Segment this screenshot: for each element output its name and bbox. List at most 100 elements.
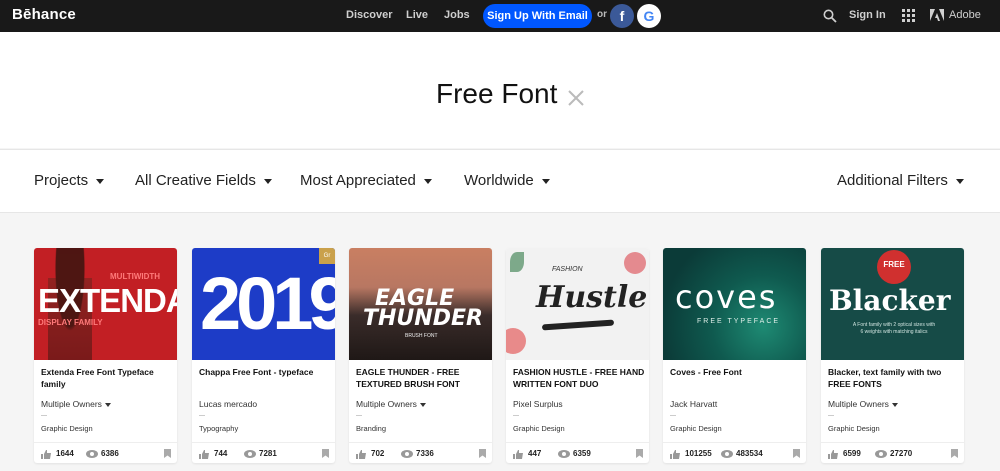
chevron-down-icon (96, 178, 105, 184)
appreciations-count: 6599 (843, 449, 861, 458)
owner-dropdown[interactable]: Multiple Owners (356, 399, 426, 409)
project-thumbnail[interactable]: MULTIWIDTH EXTENDA DISPLAY FAMILY (34, 248, 177, 360)
thumb-text: THUNDER (363, 306, 483, 331)
filter-projects[interactable]: Projects (34, 172, 105, 189)
thumbs-up-icon (670, 450, 680, 459)
divider (356, 415, 362, 416)
filter-label: Most Appreciated (300, 172, 416, 189)
divider (199, 415, 205, 416)
adobe-link[interactable]: Adobe (949, 9, 981, 21)
apps-grid-icon[interactable] (902, 9, 915, 22)
thumb-text: DISPLAY FAMILY (38, 318, 103, 327)
project-card[interactable]: MULTIWIDTH EXTENDA DISPLAY FAMILY Extend… (34, 248, 177, 463)
project-stats: 744 7281 (192, 442, 335, 463)
creative-field[interactable]: Graphic Design (513, 424, 565, 433)
views-count: 6386 (101, 449, 119, 458)
project-card[interactable]: 2019 Gr Chappa Free Font - typeface Luca… (192, 248, 335, 463)
appreciations-count: 744 (214, 449, 228, 458)
thumb-text: A Font family with 2 optical sizes with … (852, 322, 936, 335)
eye-icon (875, 450, 887, 458)
owner-name: Multiple Owners (356, 399, 417, 409)
bookmark-icon[interactable] (479, 449, 486, 458)
project-title[interactable]: Coves - Free Font (670, 366, 802, 378)
bookmark-icon[interactable] (951, 449, 958, 458)
project-title[interactable]: EAGLE THUNDER - FREE TEXTURED BRUSH FONT (356, 366, 488, 390)
additional-filters[interactable]: Additional Filters (837, 172, 964, 189)
thumb-text: MULTIWIDTH (110, 272, 161, 281)
creative-field[interactable]: Typography (199, 424, 238, 433)
filter-sort[interactable]: Most Appreciated (300, 172, 432, 189)
thumb-text: FREE TYPEFACE (697, 318, 781, 325)
thumb-text: BRUSH FONT (405, 333, 438, 339)
signin-link[interactable]: Sign In (849, 9, 886, 21)
filter-label: Projects (34, 172, 89, 189)
project-card[interactable]: coves FREE TYPEFACE Coves - Free Font Ja… (663, 248, 806, 463)
project-title[interactable]: FASHION HUSTLE - FREE HAND WRITTEN FONT … (513, 366, 645, 390)
chevron-down-icon (423, 178, 432, 184)
bookmark-icon[interactable] (793, 449, 800, 458)
project-stats: 6599 27270 (821, 442, 964, 463)
bookmark-icon[interactable] (322, 449, 329, 458)
search-icon[interactable] (823, 9, 837, 23)
appreciations-count: 101255 (685, 449, 712, 458)
project-stats: 101255 483534 (663, 442, 806, 463)
chevron-down-icon (891, 402, 898, 407)
facebook-icon[interactable]: f (610, 4, 634, 28)
owner-dropdown[interactable]: Multiple Owners (41, 399, 111, 409)
project-thumbnail[interactable]: coves FREE TYPEFACE (663, 248, 806, 360)
nav-live[interactable]: Live (406, 9, 428, 21)
project-title[interactable]: Extenda Free Font Typeface family (41, 366, 173, 390)
eye-icon (558, 450, 570, 458)
thumb-text: Blacker (829, 284, 951, 317)
owner-name[interactable]: Lucas mercado (199, 399, 257, 409)
signup-email-button[interactable]: Sign Up With Email (483, 4, 592, 28)
nav-discover[interactable]: Discover (346, 9, 392, 21)
thumbs-up-icon (356, 450, 366, 459)
creative-field[interactable]: Graphic Design (670, 424, 722, 433)
flower-decoration (506, 328, 526, 354)
creative-field[interactable]: Branding (356, 424, 386, 433)
owner-name[interactable]: Jack Harvatt (670, 399, 717, 409)
bookmark-icon[interactable] (164, 449, 171, 458)
flower-decoration (624, 252, 646, 274)
filter-location[interactable]: Worldwide (464, 172, 550, 189)
creative-field[interactable]: Graphic Design (41, 424, 93, 433)
project-card[interactable]: EAGLE THUNDER BRUSH FONT EAGLE THUNDER -… (349, 248, 492, 463)
nav-jobs[interactable]: Jobs (444, 9, 470, 21)
google-icon[interactable]: G (637, 4, 661, 28)
behance-logo[interactable]: Bēhance (12, 6, 76, 23)
creative-field[interactable]: Graphic Design (828, 424, 880, 433)
project-thumbnail[interactable]: 2019 Gr (192, 248, 335, 360)
thumb-badge: Gr (319, 248, 335, 264)
owner-dropdown[interactable]: Multiple Owners (828, 399, 898, 409)
thumbs-up-icon (41, 450, 51, 459)
project-card[interactable]: FASHION Hustle FASHION HUSTLE - FREE HAN… (506, 248, 649, 463)
project-stats: 702 7336 (349, 442, 492, 463)
project-thumbnail[interactable]: FREE Blacker A Font family with 2 optica… (821, 248, 964, 360)
project-stats: 1644 6386 (34, 442, 177, 463)
appreciations-count: 1644 (56, 449, 74, 458)
project-title[interactable]: Chappa Free Font - typeface (199, 366, 331, 378)
search-term[interactable]: Free Font (436, 78, 557, 110)
project-card[interactable]: FREE Blacker A Font family with 2 optica… (821, 248, 964, 463)
thumbs-up-icon (513, 450, 523, 459)
chevron-down-icon (419, 402, 426, 407)
filter-label: Additional Filters (837, 172, 948, 189)
appreciations-count: 702 (371, 449, 385, 458)
thumbs-up-icon (828, 450, 838, 459)
views-count: 7281 (259, 449, 277, 458)
project-thumbnail[interactable]: EAGLE THUNDER BRUSH FONT (349, 248, 492, 360)
appreciations-count: 447 (528, 449, 542, 458)
close-icon[interactable] (567, 89, 585, 107)
thumb-text: FASHION (552, 266, 583, 273)
bookmark-icon[interactable] (636, 449, 643, 458)
filter-creative-fields[interactable]: All Creative Fields (135, 172, 272, 189)
chevron-down-icon (104, 402, 111, 407)
project-thumbnail[interactable]: FASHION Hustle (506, 248, 649, 360)
project-stats: 447 6359 (506, 442, 649, 463)
project-title[interactable]: Blacker, text family with two FREE FONTS (828, 366, 960, 390)
owner-name[interactable]: Pixel Surplus (513, 399, 563, 409)
adobe-icon[interactable] (930, 9, 944, 21)
views-count: 6359 (573, 449, 591, 458)
thumb-text: EXTENDA (38, 282, 177, 319)
